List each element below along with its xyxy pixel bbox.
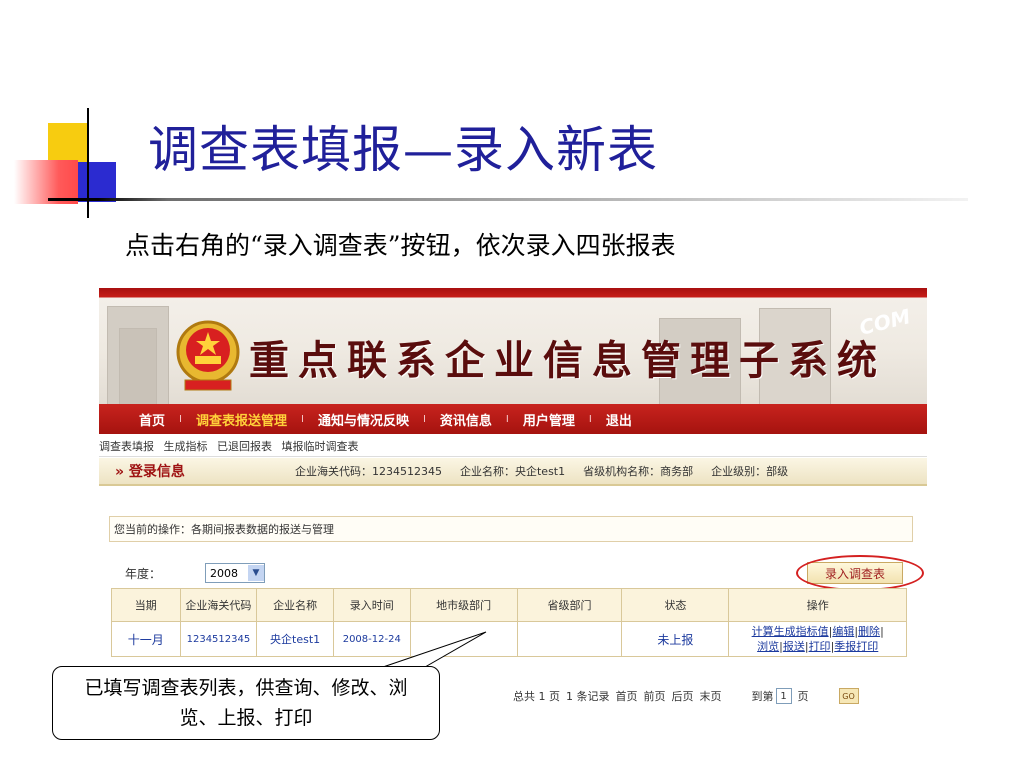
company-level: 企业级别：部级 <box>711 465 789 478</box>
year-filter: 年度： 2008 ▼ <box>111 558 907 589</box>
last-page-link[interactable]: 末页 <box>700 688 722 704</box>
cell-status: 未上报 <box>621 621 730 657</box>
edit-link[interactable]: 编辑 <box>832 625 854 638</box>
banner-building <box>119 328 157 404</box>
cell-period: 十一月 <box>111 621 181 657</box>
current-operation: 您当前的操作：各期间报表数据的报送与管理 <box>109 516 913 542</box>
header-customs-code: 企业海关代码 <box>179 588 258 622</box>
cell-prov-dept <box>516 621 623 657</box>
goto-suffix: 页 <box>797 690 809 703</box>
deco-yellow-square <box>48 123 88 165</box>
deco-horizontal-line <box>48 198 968 201</box>
nav-home[interactable]: 首页 <box>125 410 179 429</box>
cell-company-name: 央企test1 <box>256 621 334 657</box>
cell-customs-code: 1234512345 <box>179 621 258 657</box>
chevron-down-icon[interactable]: ▼ <box>248 565 264 581</box>
subnav-temporary-survey[interactable]: 填报临时调查表 <box>282 440 359 453</box>
subnav-returned-reports[interactable]: 已退回报表 <box>217 440 272 453</box>
header-status: 状态 <box>621 588 730 622</box>
customs-code: 企业海关代码：1234512345 <box>295 465 442 478</box>
year-value: 2008 <box>210 566 238 580</box>
slide-subtitle: 点击右角的“录入调查表”按钮，依次录入四张报表 <box>125 231 676 260</box>
subnav-generate-indicators[interactable]: 生成指标 <box>164 440 208 453</box>
deco-vertical-line <box>87 108 89 218</box>
callout-note: 已填写调查表列表，供查询、修改、浏览、上报、打印 <box>52 666 440 740</box>
go-button[interactable]: GO <box>838 688 859 704</box>
highlight-ring <box>796 555 924 591</box>
header-entry-time: 录入时间 <box>332 588 411 622</box>
quarterly-print-link[interactable]: 季报打印 <box>834 640 878 653</box>
login-info-bar: » 登录信息 企业海关代码：1234512345 企业名称：央企test1 省级… <box>99 458 927 486</box>
nav-user-management[interactable]: 用户管理 <box>509 410 589 429</box>
callout-text: 已填写调查表列表，供查询、修改、浏览、上报、打印 <box>84 677 408 729</box>
header-period: 当期 <box>111 588 181 622</box>
delete-link[interactable]: 删除 <box>858 625 880 638</box>
total-pages: 总共 1 页 <box>513 690 560 703</box>
slide-title: 调查表填报—录入新表 <box>148 121 658 179</box>
page-number-input[interactable]: 1 <box>775 688 792 704</box>
goto-prefix: 到第 <box>751 690 774 703</box>
login-info-title: » 登录信息 <box>115 464 185 480</box>
national-emblem-icon <box>176 320 240 391</box>
cell-actions: 计算生成指标值|编辑|删除| 浏览|报送|打印|季报打印 <box>728 621 907 657</box>
next-page-link[interactable]: 后页 <box>672 688 694 704</box>
total-records: 1 条记录 <box>566 690 610 703</box>
print-link[interactable]: 打印 <box>809 640 831 653</box>
nav-news[interactable]: 资讯信息 <box>426 410 506 429</box>
system-title: 重点联系企业信息管理子系统 <box>249 337 886 384</box>
header-prov-dept: 省级部门 <box>516 588 623 622</box>
header-company-name: 企业名称 <box>256 588 334 622</box>
first-page-link[interactable]: 首页 <box>616 688 638 704</box>
nav-logout[interactable]: 退出 <box>592 410 646 429</box>
header-city-dept: 地市级部门 <box>409 588 518 622</box>
pagination: 总共 1 页 1 条记录 首页 前页 后页 末页 到第 1 页 GO <box>513 688 865 704</box>
nav-notices[interactable]: 通知与情况反映 <box>304 410 423 429</box>
year-select[interactable]: 2008 ▼ <box>205 563 265 583</box>
sub-nav: 调查表填报 生成指标 已退回报表 填报临时调查表 <box>99 438 927 457</box>
deco-blue-square <box>76 162 116 202</box>
nav-report-management[interactable]: 调查表报送管理 <box>182 410 301 429</box>
submit-link[interactable]: 报送 <box>783 640 805 653</box>
prev-page-link[interactable]: 前页 <box>644 688 666 704</box>
compute-indicators-link[interactable]: 计算生成指标值 <box>752 625 829 638</box>
company-name: 企业名称：央企test1 <box>460 465 566 478</box>
app-banner: COM 重点联系企业信息管理子系统 <box>99 288 927 404</box>
app-screenshot: COM 重点联系企业信息管理子系统 首页 I 调查表报送管理 I 通知与情况反映… <box>99 288 927 718</box>
table-header-row: 当期 企业海关代码 企业名称 录入时间 地市级部门 省级部门 状态 操作 <box>111 588 907 622</box>
browse-link[interactable]: 浏览 <box>757 640 779 653</box>
subnav-fill-survey[interactable]: 调查表填报 <box>99 440 154 453</box>
provincial-org: 省级机构名称：商务部 <box>583 465 694 478</box>
main-nav: 首页 I 调查表报送管理 I 通知与情况反映 I 资讯信息 I 用户管理 I 退… <box>99 404 927 434</box>
year-label: 年度： <box>125 566 162 581</box>
header-actions: 操作 <box>728 588 907 622</box>
